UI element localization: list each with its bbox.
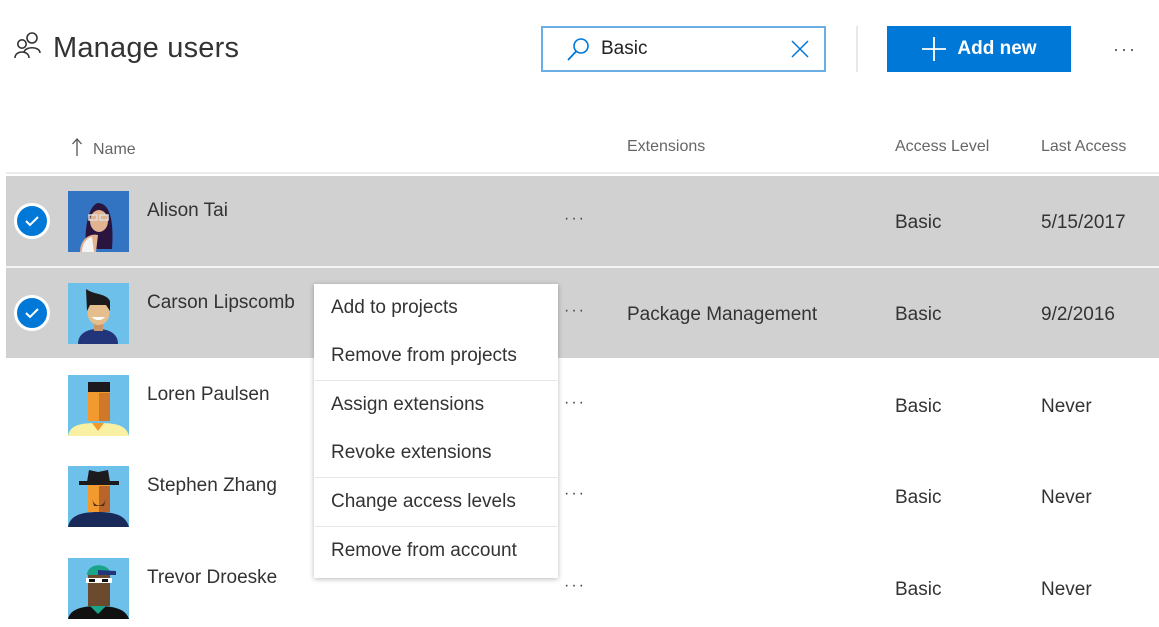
row-more-button[interactable]: ···	[564, 302, 586, 320]
page-title: Manage users	[53, 32, 240, 64]
more-options-button[interactable]: ···	[1108, 34, 1142, 64]
header-divider	[6, 172, 1159, 174]
add-new-button[interactable]: Add new	[887, 26, 1071, 72]
row-more-button[interactable]: ···	[564, 394, 586, 412]
access-level-cell: Basic	[895, 212, 942, 233]
user-name[interactable]: Trevor Droeske	[147, 567, 277, 589]
add-new-label: Add new	[957, 38, 1037, 59]
table-row[interactable]: Trevor Droeske ··· Basic Never	[6, 543, 1159, 627]
column-header-name[interactable]: Name	[93, 141, 136, 159]
row-more-button[interactable]: ···	[564, 577, 586, 595]
row-checkbox[interactable]	[14, 295, 50, 331]
user-name[interactable]: Loren Paulsen	[147, 384, 270, 406]
last-access-cell: Never	[1041, 579, 1092, 600]
last-access-cell: Never	[1041, 396, 1092, 417]
user-name[interactable]: Carson Lipscomb	[147, 292, 295, 314]
avatar	[68, 375, 129, 436]
people-icon	[14, 32, 41, 59]
avatar	[68, 558, 129, 619]
close-icon[interactable]	[790, 39, 810, 59]
row-more-button[interactable]: ···	[564, 210, 586, 228]
access-level-cell: Basic	[895, 579, 942, 600]
row-checkbox[interactable]	[14, 203, 50, 239]
table-row[interactable]: Alison Tai ··· Basic 5/15/2017	[6, 176, 1159, 266]
column-header-extensions[interactable]: Extensions	[627, 138, 705, 156]
user-name[interactable]: Stephen Zhang	[147, 475, 277, 497]
avatar	[68, 191, 129, 252]
last-access-cell: 9/2/2016	[1041, 304, 1115, 325]
last-access-cell: 5/15/2017	[1041, 212, 1126, 233]
toolbar-divider	[856, 26, 858, 72]
sort-ascending-icon[interactable]	[70, 136, 84, 158]
menu-item-add-to-projects[interactable]: Add to projects	[314, 284, 558, 332]
menu-item-remove-from-projects[interactable]: Remove from projects	[314, 332, 558, 380]
menu-item-revoke-extensions[interactable]: Revoke extensions	[314, 429, 558, 477]
search-input[interactable]	[601, 28, 771, 70]
avatar	[68, 466, 129, 527]
table-row[interactable]: Loren Paulsen ··· Basic Never	[6, 360, 1159, 450]
table-row[interactable]: Carson Lipscomb ··· Package Management B…	[6, 268, 1159, 358]
avatar	[68, 283, 129, 344]
checkmark-icon	[25, 216, 39, 227]
search-icon	[567, 38, 589, 61]
plus-icon	[922, 37, 947, 61]
row-more-button[interactable]: ···	[564, 485, 586, 503]
table-row[interactable]: Stephen Zhang ··· Basic Never	[6, 451, 1159, 541]
user-name[interactable]: Alison Tai	[147, 200, 228, 222]
menu-item-change-access-levels[interactable]: Change access levels	[314, 478, 558, 526]
checkmark-icon	[25, 308, 39, 319]
column-header-last-access[interactable]: Last Access	[1041, 138, 1126, 156]
column-header-access-level[interactable]: Access Level	[895, 138, 989, 156]
page-header: Manage users Add new ···	[0, 0, 1159, 100]
extensions-cell: Package Management	[627, 304, 818, 325]
context-menu: Add to projects Remove from projects Ass…	[314, 284, 558, 578]
last-access-cell: Never	[1041, 487, 1092, 508]
search-box[interactable]	[541, 26, 826, 72]
menu-item-assign-extensions[interactable]: Assign extensions	[314, 381, 558, 429]
access-level-cell: Basic	[895, 304, 942, 325]
menu-item-remove-from-account[interactable]: Remove from account	[314, 527, 558, 575]
access-level-cell: Basic	[895, 487, 942, 508]
access-level-cell: Basic	[895, 396, 942, 417]
